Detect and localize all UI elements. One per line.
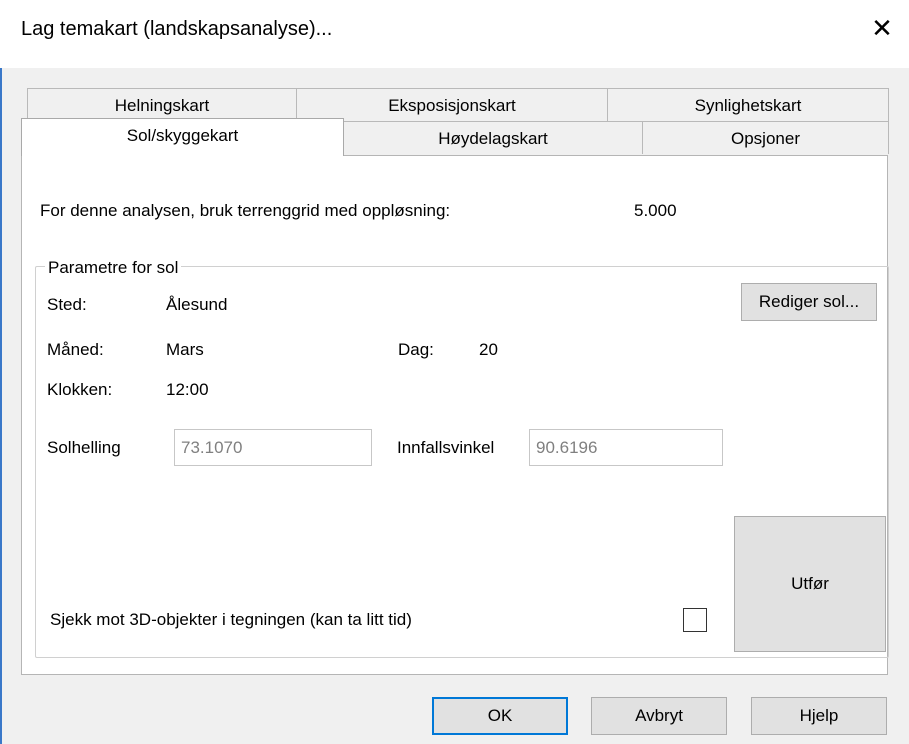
month-label: Måned: — [47, 340, 104, 359]
tab-sol-skyggekart[interactable]: Sol/skyggekart — [21, 118, 344, 156]
sun-slope-label: Solhelling — [47, 438, 121, 457]
day-value: 20 — [479, 340, 498, 359]
sun-slope-field[interactable]: 73.1070 — [174, 429, 372, 466]
cancel-button[interactable]: Avbryt — [591, 697, 727, 735]
incidence-angle-field[interactable]: 90.6196 — [529, 429, 723, 466]
tab-helningskart[interactable]: Helningskart — [27, 88, 297, 121]
help-button[interactable]: Hjelp — [751, 697, 887, 735]
day-label: Dag: — [398, 340, 434, 359]
place-value: Ålesund — [166, 295, 228, 314]
window-title: Lag temakart (landskapsanalyse)... — [21, 18, 333, 40]
edit-sun-button[interactable]: Rediger sol... — [741, 283, 877, 321]
sun-parameters-title: Parametre for sol — [45, 258, 182, 278]
check-3d-objects-label: Sjekk mot 3D-objekter i tegningen (kan t… — [50, 610, 412, 629]
tab-synlighetskart[interactable]: Synlighetskart — [607, 88, 889, 121]
place-label: Sted: — [47, 295, 87, 314]
analysis-label: For denne analysen, bruk terrenggrid med… — [40, 201, 451, 220]
tab-eksposisjonskart[interactable]: Eksposisjonskart — [296, 88, 608, 121]
tab-opsjoner[interactable]: Opsjoner — [642, 121, 889, 154]
run-button[interactable]: Utfør — [734, 516, 886, 652]
time-value: 12:00 — [166, 380, 209, 399]
ok-button[interactable]: OK — [432, 697, 568, 735]
analysis-resolution-value: 5.000 — [634, 201, 677, 220]
month-value: Mars — [166, 340, 204, 359]
tab-hoydelagskart[interactable]: Høydelagskart — [343, 121, 643, 154]
window-left-border — [0, 0, 2, 744]
time-label: Klokken: — [47, 380, 113, 399]
title-bar: Lag temakart (landskapsanalyse)... ✕ — [0, 0, 909, 68]
close-icon[interactable]: ✕ — [864, 10, 900, 46]
incidence-angle-label: Innfallsvinkel — [397, 438, 495, 457]
check-3d-objects-checkbox[interactable] — [683, 608, 707, 632]
